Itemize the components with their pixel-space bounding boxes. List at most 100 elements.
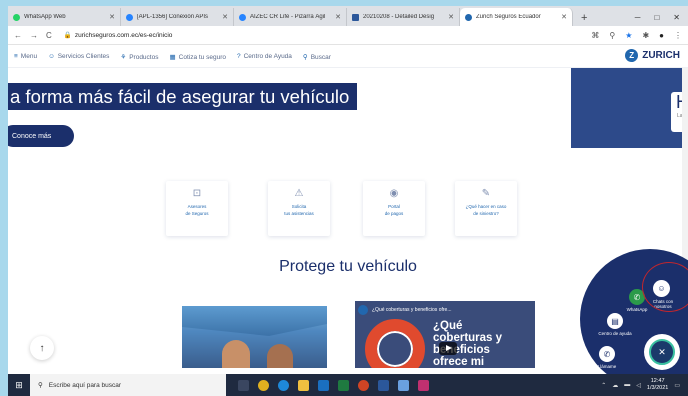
card-pagos[interactable]: ◉ Portal de pagos bbox=[363, 181, 425, 236]
outlook-icon[interactable] bbox=[318, 379, 329, 391]
scroll-to-top-button[interactable]: ↑ bbox=[30, 336, 54, 360]
nav-label: Cotiza tu seguro bbox=[178, 53, 226, 61]
tray-chevron-icon[interactable]: ⌃ bbox=[601, 382, 606, 389]
call-me-option[interactable]: ✆ Llámame bbox=[592, 346, 622, 369]
forward-icon[interactable]: → bbox=[30, 31, 38, 40]
zurich-channel-icon bbox=[358, 305, 368, 315]
volume-icon[interactable]: ◁ bbox=[636, 382, 641, 389]
tab-whatsapp[interactable]: WhatsApp Web ✕ bbox=[8, 8, 121, 26]
video-title-bar: ¿Qué coberturas y beneficios ofre... bbox=[355, 304, 535, 316]
close-tab-icon[interactable]: ✕ bbox=[335, 13, 341, 21]
nav-label: Buscar bbox=[310, 53, 331, 61]
nav-ayuda[interactable]: ? Centro de Ayuda bbox=[237, 53, 292, 60]
option-label: Centro de ayuda bbox=[598, 331, 632, 336]
search-placeholder: Escribe aquí para buscar bbox=[48, 381, 122, 389]
card-label: ¿Qué hacer en caso bbox=[465, 204, 507, 209]
nav-label: Centro de Ayuda bbox=[243, 53, 292, 60]
nav-servicios[interactable]: ☺ Servicios Clientes bbox=[48, 53, 109, 60]
star-icon[interactable]: ★ bbox=[625, 31, 632, 40]
card-label: tus asistencias bbox=[284, 211, 314, 216]
excel-icon[interactable] bbox=[338, 379, 349, 391]
back-icon[interactable]: ← bbox=[14, 31, 22, 40]
menu-dots-icon[interactable]: ⋮ bbox=[674, 31, 682, 40]
support-icon: ☺ bbox=[48, 53, 55, 60]
nav-cotiza[interactable]: ▦ Cotiza tu seguro bbox=[169, 53, 226, 61]
zurich-logo[interactable]: Z ZURICH bbox=[625, 49, 680, 62]
powerpoint-icon[interactable] bbox=[358, 379, 369, 391]
system-tray: ⌃ ☁ ▬ ◁ 12:47 1/3/2021 ▭ bbox=[601, 378, 688, 392]
slack-icon[interactable] bbox=[418, 379, 429, 391]
minimize-icon[interactable]: ─ bbox=[635, 13, 641, 22]
cloud-icon[interactable]: ☁ bbox=[612, 382, 618, 389]
hero-banner: a forma más fácil de asegurar tu vehícul… bbox=[8, 68, 688, 158]
card-label: Asesores bbox=[187, 204, 207, 209]
zoom-icon[interactable]: ⚲ bbox=[609, 31, 615, 40]
explorer-icon[interactable] bbox=[298, 379, 309, 391]
url-field[interactable]: 🔒 zurichseguros.com.ec/es-ec/inicio bbox=[64, 31, 173, 39]
card-siniestro[interactable]: ✎ ¿Qué hacer en caso de siniestro? bbox=[455, 181, 517, 236]
notification-icon[interactable]: ▭ bbox=[674, 382, 680, 389]
card-label: Portal bbox=[388, 204, 400, 209]
close-tab-icon[interactable]: ✕ bbox=[109, 13, 115, 21]
taskbar-search[interactable]: ⚲ Escribe aquí para buscar bbox=[30, 374, 226, 396]
nav-label: Menu bbox=[20, 53, 38, 60]
nav-label: Servicios Clientes bbox=[57, 53, 110, 60]
chat-close-button[interactable]: ✕ bbox=[644, 334, 680, 370]
tab-zurich[interactable]: Zurich Seguros Ecuador ✕ bbox=[460, 8, 573, 26]
translate-icon[interactable]: ⌘ bbox=[591, 31, 599, 40]
edge-icon[interactable] bbox=[278, 379, 289, 391]
address-bar: ← → C 🔒 zurichseguros.com.ec/es-ec/inicio… bbox=[8, 26, 688, 45]
windows-start-icon[interactable]: ⊞ bbox=[8, 380, 30, 391]
maximize-icon[interactable]: □ bbox=[654, 13, 659, 22]
tab-title: [APL-1356] Conexión APIs bbox=[137, 14, 209, 20]
close-tab-icon[interactable]: ✕ bbox=[448, 13, 454, 21]
close-window-icon[interactable]: ✕ bbox=[673, 13, 680, 22]
card-asistencias[interactable]: ⚠ Solicita tus asistencias bbox=[268, 181, 330, 236]
play-icon[interactable] bbox=[439, 342, 457, 355]
hero-side-panel: H La bbox=[571, 68, 688, 148]
tab-title: 20210208 - Detailed Desig bbox=[363, 14, 435, 20]
button-label: Conoce más bbox=[12, 132, 52, 140]
card-label: de pagos bbox=[384, 211, 404, 216]
person-shape bbox=[267, 344, 293, 368]
new-tab-button[interactable]: + bbox=[573, 12, 595, 26]
family-tent-image[interactable] bbox=[182, 306, 327, 368]
help-center-option[interactable]: ▤ Centro de ayuda bbox=[598, 313, 632, 336]
tab-title: WhatsApp Web bbox=[24, 14, 66, 20]
tab-jira[interactable]: [APL-1356] Conexión APIs ✕ bbox=[121, 8, 234, 26]
nav-label: Productos bbox=[129, 53, 159, 61]
person-shape bbox=[222, 340, 250, 368]
close-icon: ✕ bbox=[649, 339, 675, 365]
warning-icon: ⚠ bbox=[294, 188, 304, 199]
clock-date: 1/3/2021 bbox=[646, 385, 669, 391]
nav-buscar[interactable]: ⚲ Buscar bbox=[303, 53, 331, 61]
app-icon[interactable] bbox=[398, 379, 409, 391]
card-asesores[interactable]: ⊡ Asesores de Seguros bbox=[166, 181, 228, 236]
zurich-logo-icon: Z bbox=[625, 49, 639, 62]
tab-board[interactable]: AIZEC CR Life - Pizarra Ágil ✕ bbox=[234, 8, 347, 26]
card-label: Solicita bbox=[291, 204, 307, 209]
nav-productos[interactable]: ⚘ Productos bbox=[120, 53, 158, 61]
chrome-icon[interactable] bbox=[258, 379, 269, 391]
phone-icon: ✆ bbox=[599, 346, 615, 362]
nav-menu[interactable]: ≡ Menu bbox=[14, 53, 37, 60]
conoce-mas-button[interactable]: Conoce más bbox=[8, 125, 74, 147]
clock[interactable]: 12:47 1/3/2021 bbox=[647, 378, 668, 392]
products-icon: ⚘ bbox=[120, 53, 127, 61]
brand-name: ZURICH bbox=[642, 50, 680, 61]
extensions-icon[interactable]: ✱ bbox=[642, 31, 649, 40]
profile-icon[interactable]: ● bbox=[659, 31, 664, 40]
reload-icon[interactable]: C bbox=[46, 31, 52, 40]
advisor-icon: ⊡ bbox=[192, 188, 202, 199]
network-icon[interactable]: ▬ bbox=[624, 382, 630, 388]
payment-icon: ◉ bbox=[389, 188, 399, 199]
close-tab-icon[interactable]: ✕ bbox=[222, 13, 228, 21]
close-tab-icon[interactable]: ✕ bbox=[561, 13, 567, 21]
video-thumbnail[interactable]: ¿Qué coberturas y beneficios ofre... ¿Qu… bbox=[355, 301, 535, 368]
help-icon: ? bbox=[236, 53, 241, 60]
tab-document[interactable]: 20210208 - Detailed Desig ✕ bbox=[347, 8, 460, 26]
task-view-icon[interactable] bbox=[238, 379, 249, 391]
word-icon[interactable] bbox=[378, 379, 389, 391]
tent-shape bbox=[182, 306, 327, 336]
lifebuoy-image bbox=[365, 319, 425, 368]
